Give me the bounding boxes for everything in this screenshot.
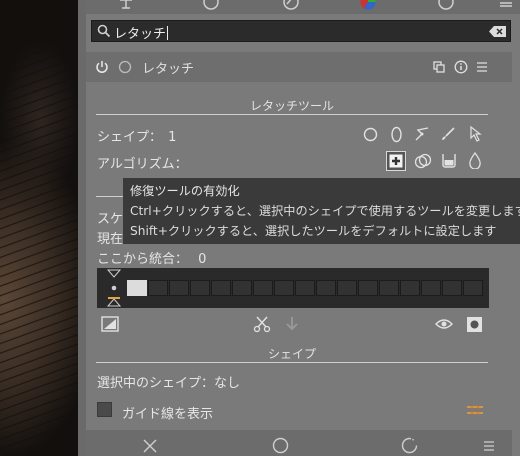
scale-cell[interactable] bbox=[379, 280, 399, 296]
scale-cell[interactable] bbox=[253, 280, 273, 296]
cut-icon[interactable] bbox=[253, 315, 271, 333]
scale-cell[interactable] bbox=[442, 280, 462, 296]
scale-cell[interactable] bbox=[400, 280, 420, 296]
refresh-icon[interactable] bbox=[401, 437, 418, 454]
divider bbox=[96, 114, 488, 115]
path-shape-icon[interactable] bbox=[414, 126, 430, 142]
correction-modules-icon[interactable] bbox=[438, 0, 454, 10]
scale-cell[interactable] bbox=[295, 280, 315, 296]
merge-from-label: ここから統合： bbox=[97, 252, 189, 267]
fill-icon[interactable] bbox=[441, 152, 457, 169]
text-caret bbox=[167, 26, 169, 40]
image-preview bbox=[0, 0, 78, 456]
scale-cell[interactable] bbox=[316, 280, 336, 296]
tooltip-line-1: Ctrl+クリックすると、選択中のシェイプで使用するツールを変更します bbox=[130, 204, 520, 218]
active-modules-icon[interactable] bbox=[203, 0, 219, 10]
divider bbox=[96, 362, 488, 363]
blur-icon[interactable] bbox=[468, 152, 482, 169]
search-input[interactable]: レタッチ bbox=[91, 20, 511, 42]
scale-cell[interactable] bbox=[421, 280, 441, 296]
preview-single-scale-icon[interactable] bbox=[466, 316, 483, 333]
selected-shape-label: 選択中のシェイプ：なし bbox=[97, 376, 241, 391]
clear-icon[interactable] bbox=[489, 26, 506, 37]
module-header[interactable]: レタッチ bbox=[86, 52, 512, 82]
paste-arrow-icon[interactable] bbox=[285, 315, 299, 333]
module-title: レタッチ bbox=[142, 62, 195, 77]
scale-cell[interactable] bbox=[232, 280, 252, 296]
color-modules-icon[interactable] bbox=[360, 0, 376, 10]
scale-cell[interactable] bbox=[190, 280, 210, 296]
scale-cell[interactable] bbox=[274, 280, 294, 296]
search-input-value: レタッチ bbox=[114, 27, 167, 42]
guide-lines-icon[interactable] bbox=[466, 404, 484, 416]
scale-cell[interactable] bbox=[211, 280, 231, 296]
scale-cell[interactable] bbox=[169, 280, 189, 296]
merge-from-value: 0 bbox=[198, 252, 207, 267]
heal-icon bbox=[389, 154, 403, 168]
current-label-fragment: 現在 bbox=[97, 232, 124, 247]
current-scale-marker-icon bbox=[107, 269, 121, 307]
bottom-toolbar bbox=[86, 430, 512, 456]
panel-edge bbox=[78, 0, 86, 456]
wavelet-scale-bar[interactable] bbox=[97, 268, 489, 308]
menu-icon[interactable] bbox=[482, 438, 496, 454]
presets-menu-icon[interactable] bbox=[475, 60, 489, 74]
power-icon[interactable] bbox=[95, 60, 109, 74]
retouch-tools-heading: レタッチツール bbox=[249, 99, 334, 113]
close-icon[interactable] bbox=[142, 438, 158, 454]
show-guides-label: ガイド線を表示 bbox=[122, 407, 214, 422]
search-icon bbox=[97, 24, 111, 38]
circle-shape-icon[interactable] bbox=[363, 127, 378, 142]
show-guides-checkbox[interactable] bbox=[97, 402, 112, 417]
divider-partial bbox=[96, 196, 124, 197]
tooltip: 修復ツールの有効化 Ctrl+クリックすると、選択中のシェイプで使用するツールを… bbox=[123, 178, 520, 244]
scale-cell-selected[interactable] bbox=[127, 280, 147, 296]
shapes-label: シェイプ： bbox=[97, 130, 163, 145]
shapes-heading: シェイプ bbox=[267, 347, 316, 361]
preset-circle-icon[interactable] bbox=[118, 60, 132, 74]
reset-icon[interactable] bbox=[454, 60, 468, 74]
algorithm-label: アルゴリズム： bbox=[97, 157, 188, 172]
display-wavelet-scale-icon[interactable] bbox=[101, 316, 119, 332]
scale-cell[interactable] bbox=[463, 280, 483, 296]
eye-icon[interactable] bbox=[435, 317, 453, 331]
scale-cell[interactable] bbox=[337, 280, 357, 296]
multi-instance-icon[interactable] bbox=[433, 61, 445, 73]
scale-cell[interactable] bbox=[358, 280, 378, 296]
effects-modules-icon[interactable] bbox=[283, 0, 299, 10]
scale-label-fragment: スケ bbox=[97, 212, 124, 227]
heal-tool-button[interactable] bbox=[386, 151, 406, 171]
hamburger-icon[interactable] bbox=[498, 0, 514, 10]
scale-cell[interactable] bbox=[148, 280, 168, 296]
tooltip-title: 修復ツールの有効化 bbox=[130, 184, 240, 198]
show-shapes-icon[interactable] bbox=[464, 125, 482, 143]
ellipse-shape-icon[interactable] bbox=[389, 126, 404, 143]
circle-icon[interactable] bbox=[272, 437, 289, 454]
clone-icon[interactable] bbox=[414, 153, 432, 170]
brush-shape-icon[interactable] bbox=[440, 126, 456, 142]
base-modules-icon[interactable] bbox=[118, 0, 134, 10]
tooltip-line-2: Shift+クリックすると、選択したツールをデフォルトに設定します bbox=[130, 224, 497, 238]
shapes-count: 1 bbox=[168, 130, 177, 145]
module-group-bar bbox=[86, 0, 520, 14]
